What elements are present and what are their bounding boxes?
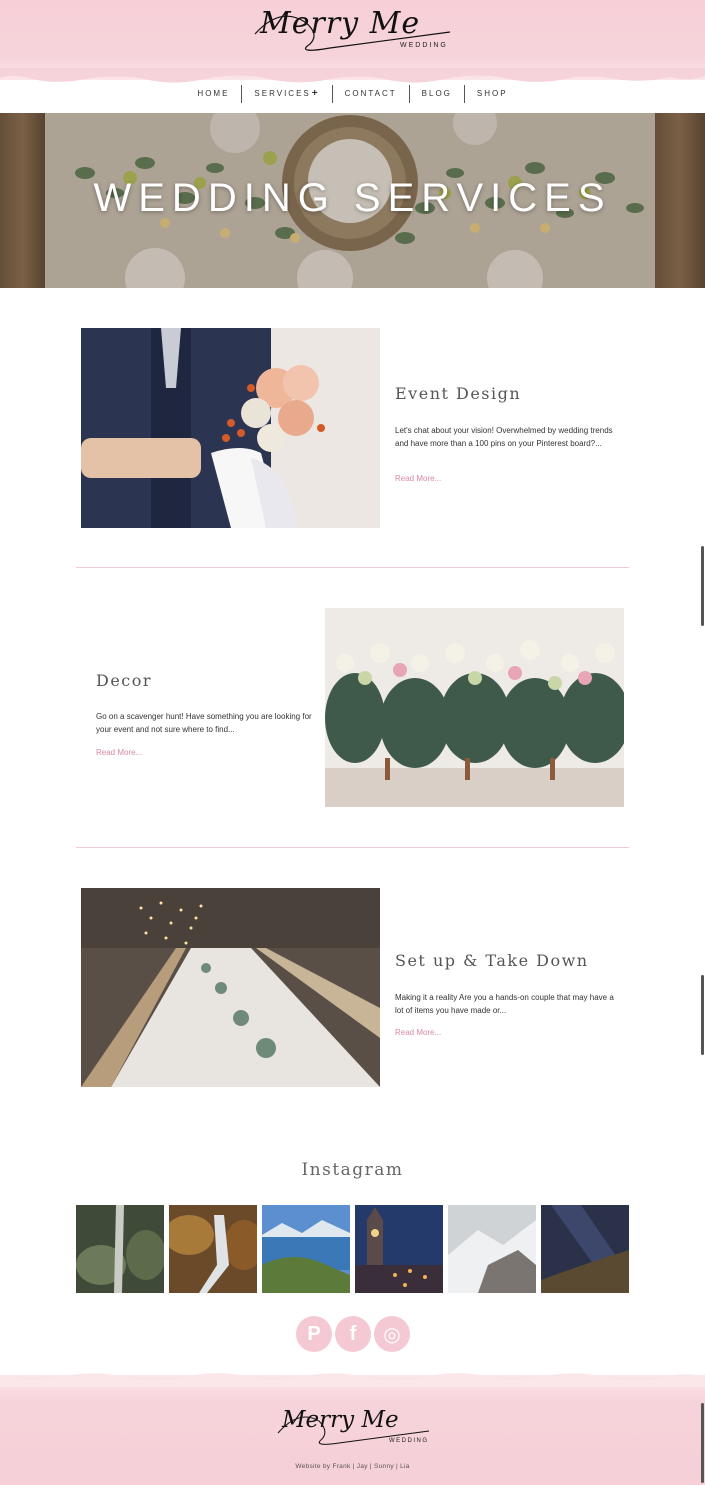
service-title[interactable]: Set up & Take Down (392, 951, 592, 970)
service-title[interactable]: Event Design (392, 384, 525, 403)
site-logo[interactable]: Merry Me WEDDING (250, 4, 460, 56)
nav-blog[interactable]: BLOG (410, 85, 464, 103)
footer-logo-script: Merry Me (282, 1407, 399, 1433)
service-title-text: Set up & Take Down (395, 951, 589, 970)
plus-icon: + (311, 88, 320, 99)
scrollbar-thumb[interactable] (701, 546, 704, 626)
event-design-photo[interactable] (81, 328, 380, 528)
instagram-thumb[interactable] (355, 1205, 443, 1293)
section-divider (76, 847, 629, 848)
torn-edge-decoration (0, 1373, 705, 1387)
footer-credit: Website by Frank | Jay | Sunny | Lia (295, 1463, 410, 1470)
nav-home[interactable]: HOME (185, 85, 241, 103)
bouquet-illustration (81, 328, 380, 528)
section-divider (76, 567, 629, 568)
nav-contact[interactable]: CONTACT (333, 85, 409, 103)
instagram-thumb[interactable] (76, 1205, 164, 1293)
facebook-icon[interactable]: f (335, 1316, 371, 1352)
nav-shop[interactable]: SHOP (465, 85, 520, 103)
footer-logo[interactable]: Merry Me WEDDING (274, 1405, 434, 1450)
read-more-link[interactable]: Read More... (395, 474, 441, 483)
scrollbar-thumb[interactable] (701, 1403, 704, 1483)
service-title-text: Event Design (395, 384, 522, 403)
page-title: WEDDING SERVICES (93, 176, 612, 220)
instagram-heading: Instagram (0, 1160, 705, 1180)
logo-subtitle: WEDDING (400, 42, 448, 49)
banquet-hall-illustration (81, 888, 380, 1087)
instagram-title-label: Instagram (301, 1160, 404, 1180)
instagram-icon[interactable]: ◎ (374, 1316, 410, 1352)
service-excerpt: Let's chat about your vision! Overwhelme… (395, 426, 613, 448)
snowy-mountain-image (448, 1205, 536, 1293)
logo-script-text: Merry Me (260, 6, 421, 41)
footer-logo-subtitle: WEDDING (389, 1438, 429, 1444)
instagram-thumb[interactable] (169, 1205, 257, 1293)
service-excerpt: Making it a reality Are you a hands-on c… (395, 993, 614, 1015)
flower-arrangement-illustration (325, 608, 624, 807)
milky-way-image (541, 1205, 629, 1293)
service-excerpt: Go on a scavenger hunt! Have something y… (96, 712, 312, 734)
service-title-text: Decor (96, 671, 153, 690)
read-more-link[interactable]: Read More... (96, 748, 142, 757)
service-title[interactable]: Decor (93, 671, 156, 690)
nav-services-label: SERVICES (254, 89, 311, 98)
waterfall-autumn-image (169, 1205, 257, 1293)
lake-mountains-image (262, 1205, 350, 1293)
instagram-thumb[interactable] (541, 1205, 629, 1293)
instagram-thumb[interactable] (262, 1205, 350, 1293)
main-navigation: HOME SERVICES+ CONTACT BLOG SHOP (0, 84, 705, 104)
scrollbar-thumb[interactable] (701, 975, 704, 1055)
pinterest-icon[interactable]: P (296, 1316, 332, 1352)
setup-photo[interactable] (81, 888, 380, 1087)
instagram-heading-text: Instagram (293, 1160, 410, 1180)
clock-tower-night-image (355, 1205, 443, 1293)
waterfall-moss-image (76, 1205, 164, 1293)
read-more-link[interactable]: Read More... (395, 1028, 441, 1037)
nav-services[interactable]: SERVICES+ (242, 85, 331, 103)
instagram-thumb[interactable] (448, 1205, 536, 1293)
decor-photo[interactable] (325, 608, 624, 807)
